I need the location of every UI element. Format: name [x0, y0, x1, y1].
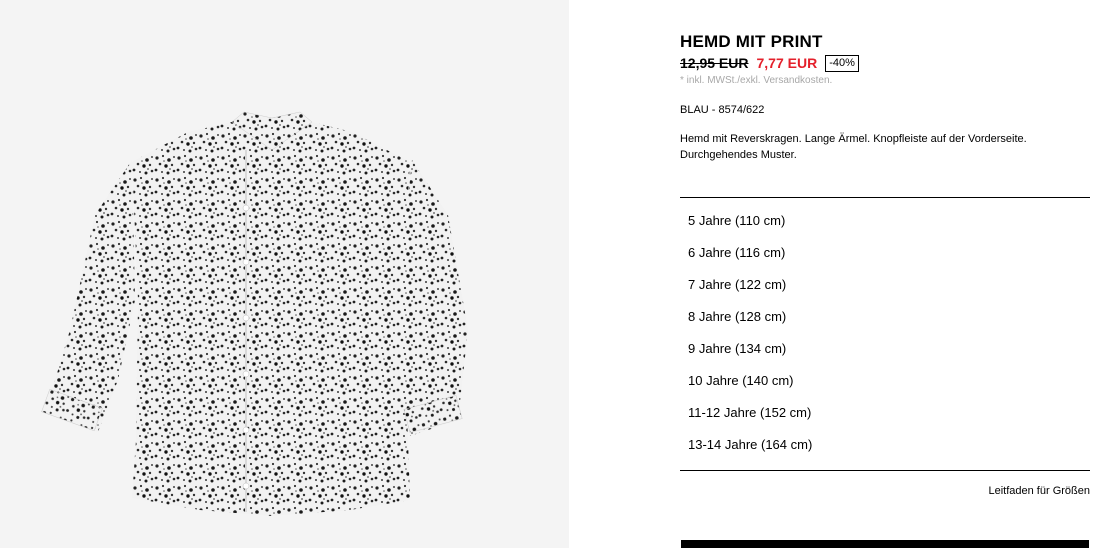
sale-price: 7,77 EUR	[756, 55, 818, 71]
right-sleeve	[398, 160, 468, 436]
divider-top	[680, 197, 1090, 198]
tax-note: * inkl. MWSt./exkl. Versandkosten.	[680, 75, 833, 86]
old-price: 12,95 EUR	[680, 55, 749, 71]
size-option[interactable]: 6 Jahre (116 cm)	[688, 237, 1088, 269]
size-option[interactable]: 8 Jahre (128 cm)	[688, 301, 1088, 333]
size-option[interactable]: 7 Jahre (122 cm)	[688, 269, 1088, 301]
size-option[interactable]: 9 Jahre (134 cm)	[688, 333, 1088, 365]
product-description: Hemd mit Reverskragen. Lange Ärmel. Knop…	[680, 133, 1027, 161]
discount-badge: -40%	[825, 54, 859, 72]
size-option[interactable]: 5 Jahre (110 cm)	[688, 205, 1088, 237]
size-list: 5 Jahre (110 cm) 6 Jahre (116 cm) 7 Jahr…	[688, 205, 1088, 461]
product-title: HEMD MIT PRINT	[680, 32, 823, 51]
shirt-image	[41, 111, 468, 516]
size-option[interactable]: 13-14 Jahre (164 cm)	[688, 429, 1088, 461]
price-row: 12,95 EUR 7,77 EUR -40%	[680, 54, 1090, 72]
add-to-cart-button[interactable]	[681, 540, 1089, 548]
divider-bottom	[680, 470, 1090, 471]
product-info: HEMD MIT PRINT 12,95 EUR 7,77 EUR -40% *…	[680, 32, 1090, 163]
product-image[interactable]	[0, 0, 569, 548]
size-option[interactable]: 11-12 Jahre (152 cm)	[688, 397, 1088, 429]
color-reference: BLAU - 8574/622	[680, 104, 765, 116]
size-option[interactable]: 10 Jahre (140 cm)	[688, 365, 1088, 397]
left-sleeve	[46, 160, 135, 432]
size-guide-link[interactable]: Leitfaden für Größen	[988, 484, 1090, 498]
shirt-body	[132, 122, 410, 516]
